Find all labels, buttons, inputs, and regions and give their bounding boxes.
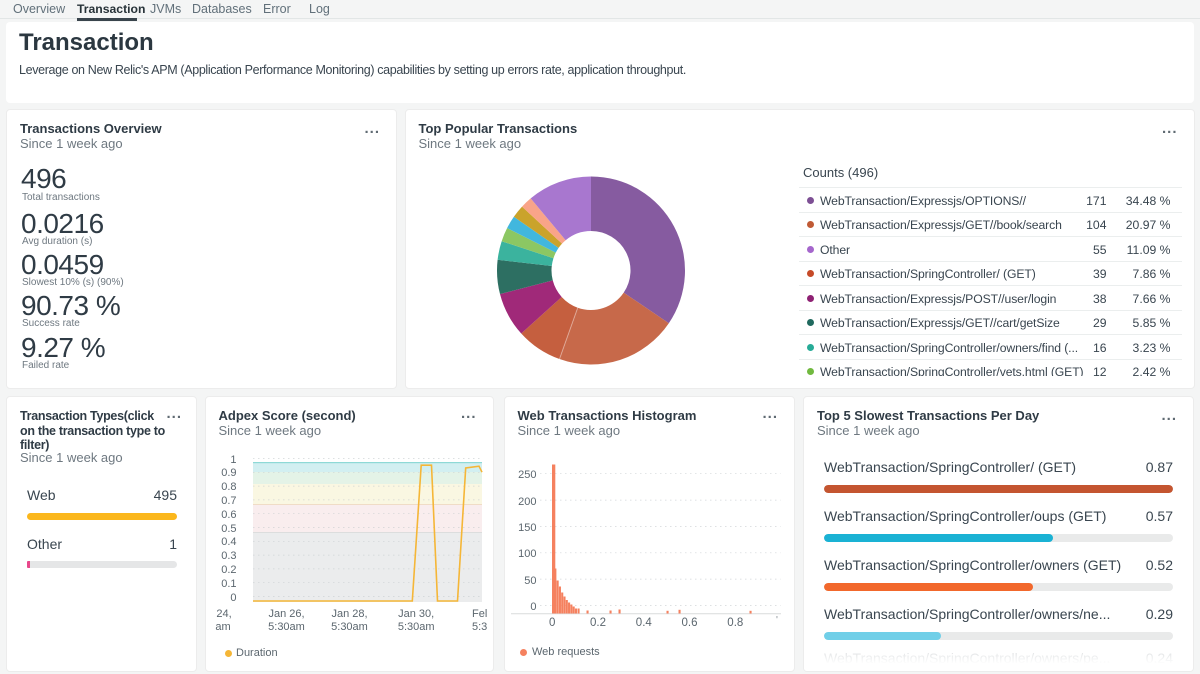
svg-text:5:30am: 5:30am: [397, 621, 434, 633]
svg-text:Jan 30,: Jan 30,: [398, 608, 434, 620]
svg-text:Jan 26,: Jan 26,: [268, 608, 304, 620]
svg-text:0.8: 0.8: [727, 617, 743, 629]
svg-text:0.4: 0.4: [635, 617, 652, 629]
svg-text:': ': [776, 615, 778, 626]
svg-text:24,: 24,: [216, 608, 231, 620]
svg-text:Jan 28,: Jan 28,: [331, 608, 367, 620]
svg-text:am: am: [215, 621, 230, 633]
svg-text:0: 0: [548, 617, 554, 629]
svg-text:5:30am: 5:30am: [268, 621, 305, 633]
svg-text:0.2: 0.2: [590, 617, 606, 629]
svg-text:Fel: Fel: [472, 608, 487, 620]
svg-text:5:3: 5:3: [472, 621, 487, 633]
svg-text:5:30am: 5:30am: [331, 621, 368, 633]
svg-text:0.6: 0.6: [681, 617, 697, 629]
